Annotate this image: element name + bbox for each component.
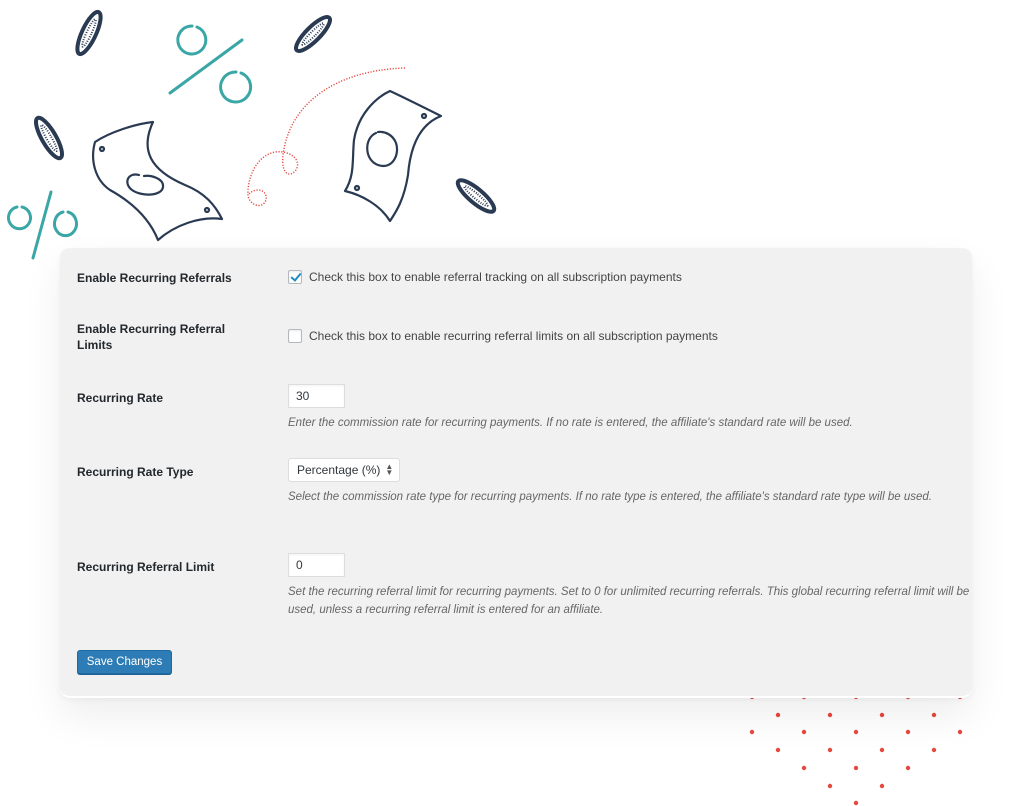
setting-label: Recurring Referral Limit (77, 560, 215, 574)
save-changes-button[interactable]: Save Changes (77, 650, 172, 674)
dot (905, 729, 911, 735)
setting-label: Enable Recurring Referral Limits (77, 322, 226, 352)
dot (879, 783, 885, 789)
dot (879, 747, 885, 753)
dot (853, 765, 859, 771)
referral-limit-input[interactable] (288, 553, 345, 577)
dot (801, 729, 807, 735)
setting-label: Recurring Rate Type (77, 465, 194, 479)
dot (879, 712, 885, 718)
enable-recurring-checkbox[interactable] (288, 270, 302, 284)
dot (749, 729, 755, 735)
setting-label: Enable Recurring Referrals (77, 271, 232, 285)
rate-type-select[interactable]: Percentage (%) ▲ ▼ (288, 458, 401, 482)
dot (827, 747, 833, 753)
selected-option: Percentage (%) (297, 463, 381, 477)
dot (853, 729, 859, 735)
checkbox-description: Check this box to enable recurring refer… (309, 329, 718, 343)
field-description: Select the commission rate type for recu… (288, 491, 932, 503)
coin-icon (455, 178, 497, 214)
field-description: Enter the commission rate for recurring … (288, 417, 853, 429)
dot (931, 747, 937, 753)
field-description: Set the recurring referral limit for rec… (288, 586, 970, 616)
dot (957, 729, 963, 735)
coin-icon (294, 15, 332, 53)
dot (801, 765, 807, 771)
dot-grid (749, 694, 963, 806)
banknote-icon (92, 120, 224, 242)
enable-limits-checkbox[interactable] (288, 329, 302, 343)
banknote-icon (343, 89, 443, 223)
dot (931, 712, 937, 718)
enable-limits-option[interactable]: Check this box to enable recurring refer… (288, 329, 955, 343)
checkbox-description: Check this box to enable referral tracki… (309, 270, 682, 284)
recurring-rate-input[interactable] (288, 384, 345, 408)
settings-card: Enable Recurring Referrals Check this bo… (60, 248, 972, 698)
dotted-path (247, 67, 406, 207)
coin-icon (75, 9, 103, 57)
select-arrows-icon: ▲ ▼ (385, 462, 394, 477)
dot (775, 747, 781, 753)
setting-label: Recurring Rate (77, 391, 164, 405)
dot (853, 800, 859, 806)
dot (905, 765, 911, 771)
dot (775, 712, 781, 718)
coin-icon (34, 115, 64, 161)
dot (827, 783, 833, 789)
percent-icon (168, 24, 253, 104)
enable-recurring-option[interactable]: Check this box to enable referral tracki… (288, 270, 955, 284)
dot (827, 712, 833, 718)
